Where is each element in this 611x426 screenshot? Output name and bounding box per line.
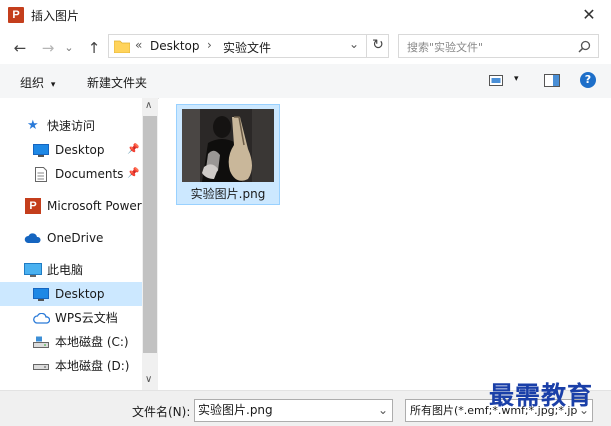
sidebar-item-label: OneDrive [47,231,104,245]
sidebar-item-label: 快速访问 [47,119,96,133]
scroll-down-arrow-icon[interactable]: ∨ [145,374,152,385]
back-button[interactable]: ← [10,38,30,58]
recent-locations-button[interactable]: ⌄ [62,38,76,58]
help-icon[interactable]: ? [580,72,596,88]
sidebar-scrollbar-thumb[interactable] [143,116,157,353]
sidebar-item-this-pc[interactable]: 此电脑 [0,258,142,282]
preview-pane-icon[interactable] [544,74,560,87]
title-bar: P 插入图片 ✕ [0,0,611,31]
desktop-icon [33,144,49,157]
image-thumbnail [182,109,274,182]
sidebar-item-desktop[interactable]: Desktop [0,282,142,306]
window-title: 插入图片 [31,9,80,23]
sidebar-item-label: Desktop [55,287,105,301]
search-icon [578,40,591,53]
sidebar-item-microsoft-powerpoint[interactable]: P Microsoft Power [0,194,142,218]
sidebar-item-onedrive[interactable]: OneDrive [0,226,142,250]
sidebar-item-documents[interactable]: Documents 📌 [0,162,142,186]
document-icon [35,167,47,182]
breadcrumb-desktop[interactable]: Desktop [150,39,200,53]
sidebar-item-label: Documents [55,167,124,181]
watermark-text: 最需教育 [489,381,594,410]
organize-button[interactable]: 组织 ▾ [20,74,55,91]
sidebar-item-wps-cloud[interactable]: WPS云文档 [0,306,142,330]
new-folder-button[interactable]: 新建文件夹 [87,74,147,91]
search-placeholder: 搜索"实验文件" [407,41,484,54]
powerpoint-icon: P [25,198,41,214]
powerpoint-icon: P [8,7,24,23]
search-input[interactable]: 搜索"实验文件" [398,34,599,58]
sidebar-item-desktop-pinned[interactable]: Desktop 📌 [0,138,142,162]
command-bar: 组织 ▾ 新建文件夹 ▾ ? [0,64,611,99]
sidebar-item-label: Desktop [55,143,105,157]
filename-label: 文件名(N): [132,405,191,419]
breadcrumb-experiment-folder[interactable]: 实验文件 [223,39,271,56]
pin-icon: 📌 [127,168,140,179]
filename-value: 实验图片.png [198,403,273,417]
organize-label: 组织 [20,76,45,90]
filename-input[interactable]: 实验图片.png ⌄ [194,399,393,422]
sidebar-item-label: 此电脑 [47,263,84,277]
cloud-outline-icon [33,313,50,324]
sidebar-item-quick-access[interactable]: ★ 快速访问 [0,114,142,138]
refresh-button[interactable]: ↻ [366,34,389,58]
star-icon: ★ [27,118,39,133]
sidebar-item-label: WPS云文档 [55,311,118,325]
address-bar[interactable]: « Desktop › 实验文件 ⌄ [108,34,389,58]
file-name: 实验图片.png [190,187,266,201]
forward-button[interactable]: → [38,38,58,58]
up-button[interactable]: ↑ [84,38,104,58]
address-dropdown-chevron-icon[interactable]: ⌄ [349,37,359,51]
desktop-icon [33,288,49,301]
organize-chevron-icon: ▾ [50,80,56,90]
computer-icon [24,263,42,277]
pin-icon: 📌 [127,144,140,155]
navigation-pane: ★ 快速访问 Desktop 📌 Documents 📌 P Microsoft… [0,98,158,390]
breadcrumb-separator: › [207,38,212,52]
sidebar-item-label: 本地磁盘 (C:) [55,335,129,349]
scroll-up-arrow-icon[interactable]: ∧ [145,100,152,111]
sidebar-item-label: Microsoft Power [47,199,142,213]
cloud-icon [24,233,41,243]
close-button[interactable]: ✕ [577,4,601,26]
view-dropdown-chevron-icon[interactable]: ▾ [514,74,519,84]
file-item[interactable]: 实验图片.png [176,104,280,205]
sidebar-item-label: 本地磁盘 (D:) [55,359,130,373]
sidebar-item-drive-d[interactable]: 本地磁盘 (D:) [0,354,142,378]
sidebar-item-drive-c[interactable]: 本地磁盘 (C:) [0,330,142,354]
filename-dropdown-chevron-icon[interactable]: ⌄ [378,400,388,421]
folder-icon [114,40,130,53]
drive-icon [33,336,49,348]
breadcrumb-overflow[interactable]: « [135,38,142,52]
view-options-icon[interactable] [489,75,503,86]
drive-icon [33,364,49,370]
